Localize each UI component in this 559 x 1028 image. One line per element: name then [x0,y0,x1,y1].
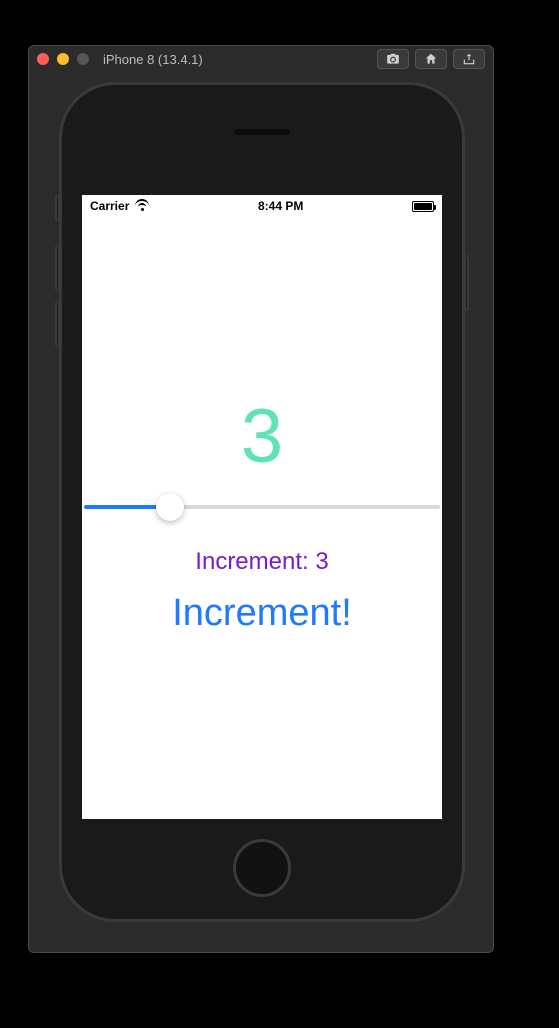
app-content: 3 Increment: 3 Increment! [82,215,442,819]
camera-icon [386,52,400,66]
volume-down-button[interactable] [55,301,60,347]
home-button[interactable] [233,839,291,897]
screenshot-button[interactable] [377,49,409,69]
mute-switch[interactable] [55,195,60,221]
carrier-label: Carrier [90,199,129,213]
counter-value: 3 [241,399,283,475]
bezel-wrap: Carrier 8:44 PM 3 Increment: 3 [29,72,493,952]
titlebar: iPhone 8 (13.4.1) [29,46,493,72]
increment-label-value: 3 [315,548,328,575]
status-bar-left: Carrier [90,199,149,213]
increment-slider-row [82,493,442,526]
simulator-window: iPhone 8 (13.4.1) Carrier [28,45,494,953]
wifi-icon [135,201,149,211]
volume-up-button[interactable] [55,245,60,291]
increment-slider[interactable] [84,493,440,521]
rotate-button[interactable] [453,49,485,69]
share-icon [462,52,476,66]
minimize-window-button[interactable] [57,53,69,65]
earpiece-speaker [234,129,290,135]
battery-icon [412,201,434,212]
home-button-toolbar[interactable] [415,49,447,69]
toolbar-buttons [377,49,485,69]
increment-button[interactable]: Increment! [172,592,352,635]
status-bar: Carrier 8:44 PM [82,195,442,215]
phone-bezel: Carrier 8:44 PM 3 Increment: 3 [59,82,465,922]
clock-label: 8:44 PM [258,199,303,213]
power-button[interactable] [464,255,469,311]
zoom-window-button[interactable] [77,53,89,65]
increment-label-prefix: Increment: [195,548,315,575]
increment-label: Increment: 3 [195,548,328,576]
device-screen: Carrier 8:44 PM 3 Increment: 3 [82,195,442,819]
window-traffic-lights [37,53,89,65]
window-title: iPhone 8 (13.4.1) [103,52,377,67]
home-icon [424,52,438,66]
close-window-button[interactable] [37,53,49,65]
